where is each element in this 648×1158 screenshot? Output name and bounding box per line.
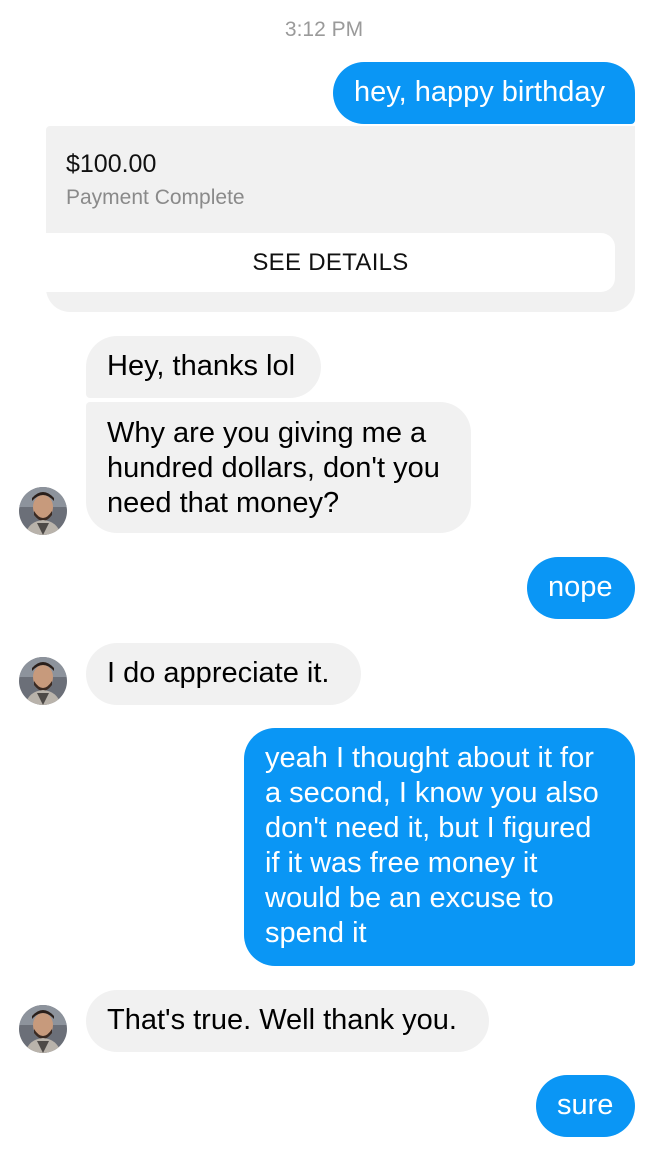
- message-line: don't need it, but I figured: [265, 812, 592, 844]
- message-line: need that money?: [107, 487, 340, 519]
- contact-avatar-icon[interactable]: [19, 657, 67, 705]
- message-line: hundred dollars, don't you: [107, 452, 440, 484]
- payment-status: Payment Complete: [66, 186, 245, 209]
- payment-card[interactable]: $100.00 Payment Complete SEE DETAILS: [46, 126, 635, 312]
- message-timestamp: 3:12 PM: [284, 18, 364, 41]
- incoming-message-bubble[interactable]: Why are you giving me a hundred dollars,…: [86, 402, 471, 533]
- message-text: I do appreciate it.: [107, 657, 330, 689]
- incoming-message-bubble[interactable]: I do appreciate it.: [86, 643, 361, 705]
- contact-avatar-icon[interactable]: [19, 487, 67, 535]
- message-text: That's true. Well thank you.: [107, 1004, 457, 1036]
- payment-amount: $100.00: [66, 150, 157, 178]
- outgoing-message-bubble[interactable]: sure: [536, 1075, 635, 1137]
- message-text: nope: [548, 571, 613, 603]
- incoming-message-bubble[interactable]: Hey, thanks lol: [86, 336, 321, 398]
- message-line: Why are you giving me a: [107, 417, 427, 449]
- message-line: would be an excuse to: [265, 882, 554, 914]
- outgoing-message-bubble[interactable]: hey, happy birthday: [333, 62, 635, 124]
- outgoing-message-bubble[interactable]: yeah I thought about it for a second, I …: [244, 728, 635, 966]
- message-text: sure: [557, 1089, 614, 1121]
- message-line: spend it: [265, 917, 367, 949]
- incoming-message-bubble[interactable]: That's true. Well thank you.: [86, 990, 489, 1052]
- message-line: a second, I know you also: [265, 777, 599, 809]
- message-text: Hey, thanks lol: [107, 350, 296, 382]
- message-line: yeah I thought about it for: [265, 742, 594, 774]
- see-details-button[interactable]: SEE DETAILS: [46, 233, 615, 292]
- message-line: if it was free money it: [265, 847, 538, 879]
- message-text: hey, happy birthday: [354, 76, 605, 108]
- outgoing-message-bubble[interactable]: nope: [527, 557, 635, 619]
- contact-avatar-icon[interactable]: [19, 1005, 67, 1053]
